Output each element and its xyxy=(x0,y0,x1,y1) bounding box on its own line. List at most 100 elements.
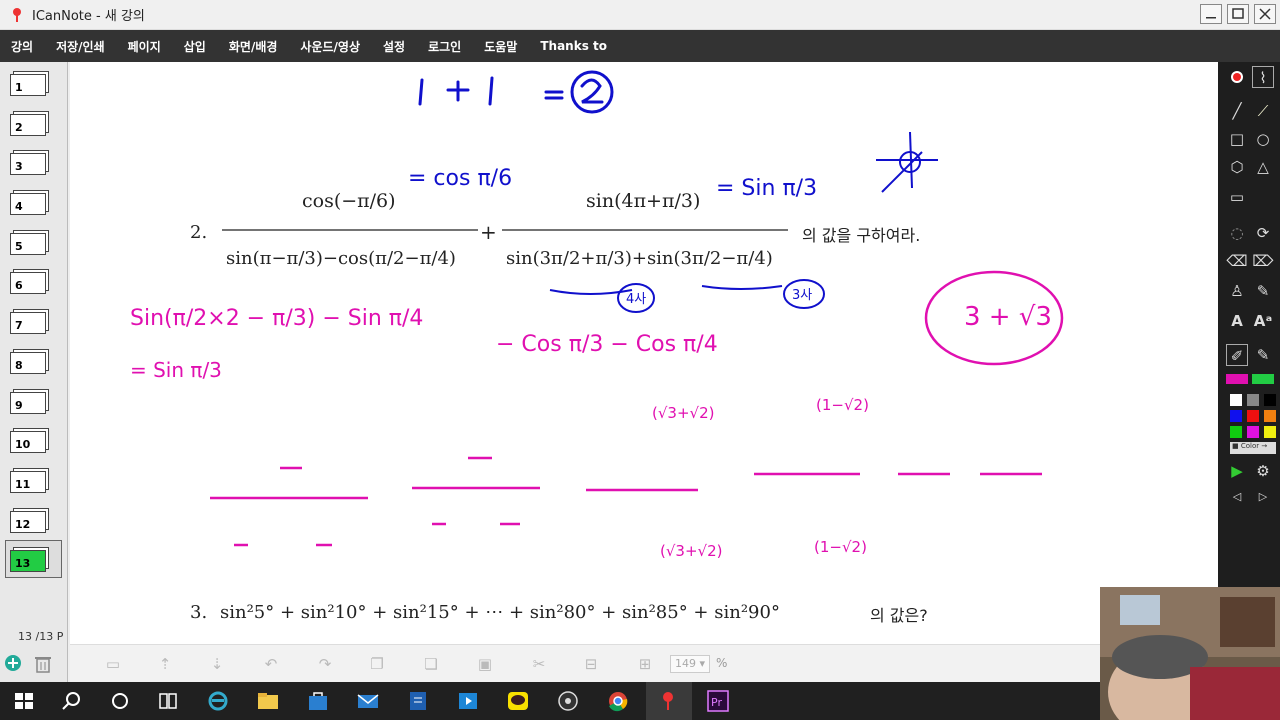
copy-icon[interactable]: ❐ xyxy=(366,655,388,673)
kakaotalk-icon[interactable] xyxy=(506,690,530,712)
problem2-denominator1: sin(π−π/3)−cos(π/2−π/4) xyxy=(226,248,456,269)
paste-icon[interactable]: ❏ xyxy=(420,655,442,673)
text-size-icon[interactable]: Aᵃ xyxy=(1252,310,1274,332)
swatch-blue[interactable] xyxy=(1230,410,1242,422)
record-icon[interactable] xyxy=(1226,66,1248,88)
pen-icon[interactable]: ✐ xyxy=(1226,344,1248,366)
redo-icon[interactable]: ↷ xyxy=(314,655,336,673)
page-thumb-5[interactable]: 5 xyxy=(10,233,46,255)
pen-color-indicator[interactable] xyxy=(1226,374,1248,384)
cortana-icon[interactable] xyxy=(108,690,132,712)
windows-start-icon[interactable] xyxy=(12,690,36,712)
text-tool-icon[interactable]: A xyxy=(1226,310,1248,332)
add-page-icon[interactable] xyxy=(4,654,22,672)
page-thumb-13[interactable]: 13 xyxy=(10,550,46,572)
prev-page-icon[interactable]: ◁ xyxy=(1226,486,1248,508)
page-thumb-12[interactable]: 12 xyxy=(10,511,46,533)
swatch-green[interactable] xyxy=(1230,426,1242,438)
brush-icon[interactable]: ✎ xyxy=(1252,280,1274,302)
menu-login[interactable]: 로그인 xyxy=(428,38,461,55)
menu-page[interactable]: 페이지 xyxy=(128,38,161,55)
swatch-gray[interactable] xyxy=(1247,394,1259,406)
trash-icon[interactable] xyxy=(34,654,52,674)
page-thumb-3[interactable]: 3 xyxy=(10,153,46,175)
swatch-red[interactable] xyxy=(1247,410,1259,422)
lecture-canvas[interactable]: 2. cos(−π/6) sin(π−π/3)−cos(π/2−π/4) + s… xyxy=(70,62,1218,682)
menu-save-print[interactable]: 저장/인쇄 xyxy=(56,38,105,55)
sticky-note-icon[interactable]: ▭ xyxy=(1226,186,1248,208)
icannote-pin-icon[interactable] xyxy=(656,690,680,712)
swatch-black[interactable] xyxy=(1264,394,1276,406)
rotate-icon[interactable]: ⟳ xyxy=(1252,222,1274,244)
cut-icon[interactable]: ✂ xyxy=(528,655,550,673)
rectangle-tool-icon[interactable]: □ xyxy=(1226,128,1248,150)
menu-thanks-to[interactable]: Thanks to xyxy=(540,39,607,53)
task-view-icon[interactable] xyxy=(156,690,180,712)
lasso-icon[interactable]: ◌ xyxy=(1226,222,1248,244)
chrome-icon[interactable] xyxy=(606,690,630,712)
os-taskbar: Pr xyxy=(0,682,1100,720)
menu-help[interactable]: 도움말 xyxy=(484,38,517,55)
notepad-app-icon[interactable] xyxy=(406,690,430,712)
ink-left-result: = Sin π/3 xyxy=(130,358,222,382)
problem2-suffix: 의 값을 구하여라. xyxy=(802,226,921,245)
page-thumb-6[interactable]: 6 xyxy=(10,272,46,294)
move-up-icon[interactable]: ⇡ xyxy=(154,655,176,673)
premiere-icon[interactable]: Pr xyxy=(706,690,730,712)
play-icon[interactable]: ▶ xyxy=(1226,460,1248,482)
freehand-pen-icon[interactable]: ⌇ xyxy=(1252,66,1274,88)
close-button[interactable] xyxy=(1254,4,1276,24)
next-page-icon[interactable]: ▷ xyxy=(1252,486,1274,508)
zoom-page-icon[interactable]: ⊞ xyxy=(634,655,656,673)
page-thumb-11[interactable]: 11 xyxy=(10,471,46,493)
menu-sound-video[interactable]: 사운드/영상 xyxy=(300,38,360,55)
menu-screen-background[interactable]: 화면/배경 xyxy=(229,38,278,55)
menu-lecture[interactable]: 강의 xyxy=(11,38,33,55)
swatch-yellow[interactable] xyxy=(1264,426,1276,438)
sidebar-bottom-tools xyxy=(0,646,68,682)
hexagon-tool-icon[interactable]: ⬡ xyxy=(1226,156,1248,178)
zoom-select[interactable]: 149 ▾ xyxy=(670,655,710,673)
problem2-number: 2. xyxy=(190,222,208,243)
page-thumb-7[interactable]: 7 xyxy=(10,312,46,334)
search-icon[interactable] xyxy=(60,690,84,712)
ruler-tool-icon[interactable]: ⟋ xyxy=(1252,100,1274,122)
settings-gear-icon[interactable]: ⚙ xyxy=(1252,460,1274,482)
swatch-white[interactable] xyxy=(1230,394,1242,406)
screen-icon[interactable]: ▭ xyxy=(102,655,124,673)
file-explorer-icon[interactable] xyxy=(256,690,280,712)
ellipse-tool-icon[interactable]: ○ xyxy=(1252,128,1274,150)
page-thumb-8[interactable]: 8 xyxy=(10,352,46,374)
maximize-button[interactable] xyxy=(1227,4,1249,24)
page-thumb-2[interactable]: 2 xyxy=(10,114,46,136)
swatch-orange[interactable] xyxy=(1264,410,1276,422)
obs-icon[interactable] xyxy=(556,690,580,712)
store-icon[interactable] xyxy=(306,690,330,712)
undo-icon[interactable]: ↶ xyxy=(260,655,282,673)
problem2-denominator2: sin(3π/2+π/3)+sin(3π/2−π/4) xyxy=(506,248,773,269)
triangle-tool-icon[interactable]: △ xyxy=(1252,156,1274,178)
minimize-button[interactable] xyxy=(1200,4,1222,24)
highlight-color-indicator[interactable] xyxy=(1252,374,1274,384)
menu-settings[interactable]: 설정 xyxy=(383,38,405,55)
mail-icon[interactable] xyxy=(356,690,380,712)
move-down-icon[interactable]: ⇣ xyxy=(206,655,228,673)
zoom-fit-icon[interactable]: ⊟ xyxy=(580,655,602,673)
select-icon[interactable]: ▣ xyxy=(474,655,496,673)
swatch-magenta[interactable] xyxy=(1247,426,1259,438)
problem2-numerator2: sin(4π+π/3) xyxy=(586,190,701,212)
menu-insert[interactable]: 삽입 xyxy=(184,38,206,55)
stamp-icon[interactable]: ♙ xyxy=(1226,280,1248,302)
internet-explorer-icon[interactable] xyxy=(206,690,230,712)
eraser-icon[interactable]: ⌫ xyxy=(1226,250,1248,272)
page-thumb-4[interactable]: 4 xyxy=(10,193,46,215)
custom-color-button[interactable]: ■ Color → xyxy=(1230,442,1276,454)
highlighter-icon[interactable]: ✎ xyxy=(1252,344,1274,366)
media-player-icon[interactable] xyxy=(456,690,480,712)
line-tool-icon[interactable]: ╱ xyxy=(1226,100,1248,122)
page-thumb-1[interactable]: 1 xyxy=(10,74,46,96)
ink-left-expression: Sin(π/2×2 − π/3) − Sin π/4 xyxy=(130,306,424,331)
page-thumb-9[interactable]: 9 xyxy=(10,392,46,414)
eraser-stroke-icon[interactable]: ⌦ xyxy=(1252,250,1274,272)
page-thumb-10[interactable]: 10 xyxy=(10,431,46,453)
